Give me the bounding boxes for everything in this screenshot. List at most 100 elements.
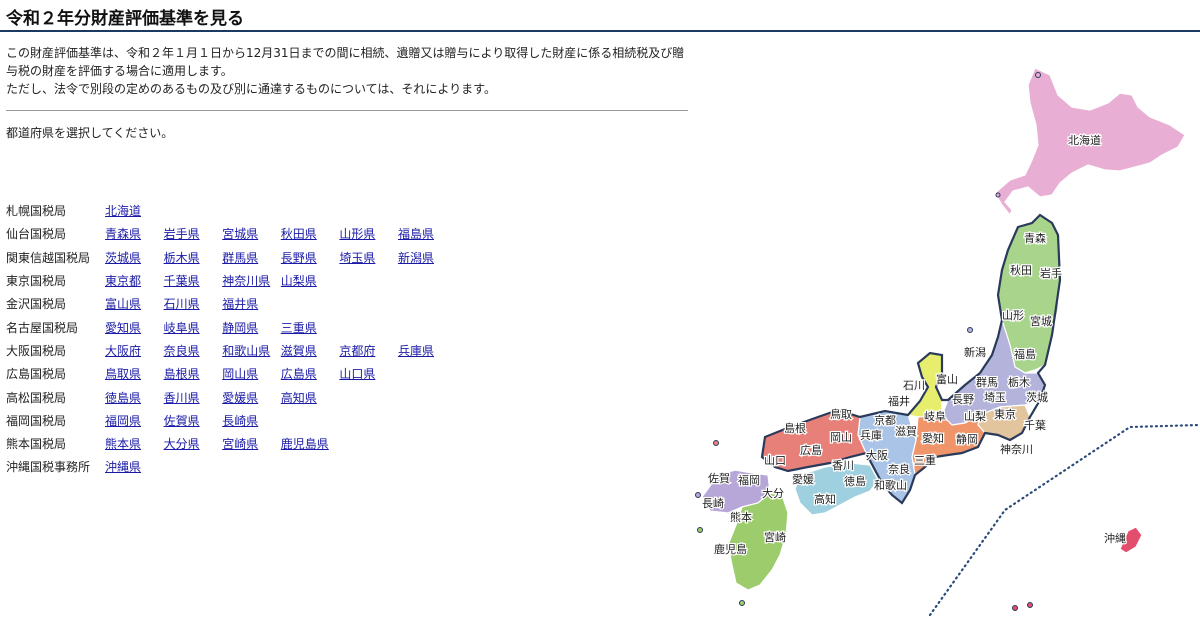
prefecture-link[interactable]: 茨城県 xyxy=(105,251,141,265)
map-label-yamanashi[interactable]: 山梨 xyxy=(963,408,988,425)
bureau-name: 福岡国税局 xyxy=(6,413,67,428)
map-label-shizuoka[interactable]: 静岡 xyxy=(955,431,980,448)
map-label-aomori[interactable]: 青森 xyxy=(1023,230,1048,247)
prefecture-link[interactable]: 愛媛県 xyxy=(222,391,258,405)
bureau-row: 大阪国税局 大阪府 奈良県 和歌山県 滋賀県 京都府 兵庫県 xyxy=(6,339,457,362)
prefecture-link[interactable]: 静岡県 xyxy=(222,321,258,335)
prefecture-link[interactable]: 山口県 xyxy=(339,367,375,381)
map-label-tochigi[interactable]: 栃木 xyxy=(1007,374,1032,391)
prefecture-link[interactable]: 三重県 xyxy=(281,321,317,335)
map-label-ibaraki[interactable]: 茨城 xyxy=(1025,389,1050,406)
prefecture-cell: 福岡県 xyxy=(105,409,164,432)
map-label-yamaguchi[interactable]: 山口 xyxy=(763,453,788,469)
prefecture-link[interactable]: 兵庫県 xyxy=(398,344,434,358)
prefecture-link[interactable]: 宮城県 xyxy=(222,227,258,241)
prefecture-link[interactable]: 広島県 xyxy=(281,367,317,381)
map-label-hiroshima[interactable]: 広島 xyxy=(799,442,824,459)
map-label-kochi[interactable]: 高知 xyxy=(813,491,838,508)
prefecture-link[interactable]: 北海道 xyxy=(105,204,141,218)
map-label-iwate[interactable]: 岩手 xyxy=(1039,265,1064,282)
island-dot xyxy=(995,192,1001,198)
map-label-mie[interactable]: 三重 xyxy=(913,452,938,469)
map-label-nara[interactable]: 奈良 xyxy=(887,461,912,478)
map-label-okayama[interactable]: 岡山 xyxy=(829,430,854,446)
prefecture-link[interactable]: 長野県 xyxy=(281,251,317,265)
map-label-kanagawa[interactable]: 神奈川 xyxy=(999,441,1035,458)
prefecture-link[interactable]: 奈良県 xyxy=(164,344,200,358)
map-label-hyogo[interactable]: 兵庫 xyxy=(859,427,884,444)
prefecture-link[interactable]: 東京都 xyxy=(105,274,141,288)
map-label-fukui[interactable]: 福井 xyxy=(887,393,912,410)
prefecture-link[interactable]: 鹿児島県 xyxy=(281,437,329,451)
map-label-gifu[interactable]: 岐阜 xyxy=(923,409,948,425)
map-label-yamagata[interactable]: 山形 xyxy=(1001,308,1026,324)
prefecture-link[interactable]: 石川県 xyxy=(164,297,200,311)
map-label-ehime[interactable]: 愛媛 xyxy=(791,471,816,488)
prefecture-link[interactable]: 埼玉県 xyxy=(339,251,375,265)
map-label-kagawa[interactable]: 香川 xyxy=(831,458,856,474)
bureau-row: 東京国税局 東京都 千葉県 神奈川県 山梨県 xyxy=(6,269,457,292)
prefecture-link[interactable]: 山形県 xyxy=(339,227,375,241)
prefecture-link[interactable]: 鳥取県 xyxy=(105,367,141,381)
prefecture-link[interactable]: 香川県 xyxy=(164,391,200,405)
prefecture-link[interactable]: 千葉県 xyxy=(164,274,200,288)
prefecture-link[interactable]: 山梨県 xyxy=(281,274,317,288)
prefecture-link[interactable]: 宮崎県 xyxy=(222,437,258,451)
page: 令和２年分財産評価基準を見る この財産評価基準は、令和２年１月１日から12月31… xyxy=(0,0,1200,623)
map-label-niigata[interactable]: 新潟 xyxy=(963,344,988,361)
map-label-aichi[interactable]: 愛知 xyxy=(921,430,946,447)
prefecture-link[interactable]: 福島県 xyxy=(398,227,434,241)
prefecture-link[interactable]: 青森県 xyxy=(105,227,141,241)
prefecture-link[interactable]: 大阪府 xyxy=(105,344,141,358)
prefecture-link[interactable]: 福井県 xyxy=(222,297,258,311)
map-label-osaka[interactable]: 大阪 xyxy=(865,447,890,464)
prefecture-link[interactable]: 熊本県 xyxy=(105,437,141,451)
map-label-gunma[interactable]: 群馬 xyxy=(975,374,1000,391)
map-label-ishikawa[interactable]: 石川 xyxy=(902,378,927,394)
prefecture-link[interactable]: 大分県 xyxy=(164,437,200,451)
map-label-tokyo[interactable]: 東京 xyxy=(993,406,1018,423)
map-label-saitama[interactable]: 埼玉 xyxy=(983,389,1008,406)
map-label-okinawa[interactable]: 沖縄 xyxy=(1103,530,1128,547)
map-label-akita[interactable]: 秋田 xyxy=(1009,262,1034,279)
map-label-miyazaki[interactable]: 宮崎 xyxy=(763,529,788,546)
map-label-chiba[interactable]: 千葉 xyxy=(1023,417,1048,434)
map-label-tottori[interactable]: 鳥取 xyxy=(829,406,854,423)
prefecture-link[interactable]: 岩手県 xyxy=(164,227,200,241)
prefecture-link[interactable]: 沖縄県 xyxy=(105,460,141,474)
prefecture-link[interactable]: 島根県 xyxy=(164,367,200,381)
prefecture-link[interactable]: 岡山県 xyxy=(222,367,258,381)
prefecture-link[interactable]: 佐賀県 xyxy=(164,414,200,428)
prefecture-link[interactable]: 徳島県 xyxy=(105,391,141,405)
map-label-fukuoka[interactable]: 福岡 xyxy=(737,472,762,489)
map-label-nagasaki[interactable]: 長崎 xyxy=(701,495,726,512)
prefecture-link[interactable]: 和歌山県 xyxy=(222,344,270,358)
map-label-kagoshima[interactable]: 鹿児島 xyxy=(713,541,749,558)
map-label-hokkaido[interactable]: 北海道 xyxy=(1067,132,1103,149)
prefecture-link[interactable]: 群馬県 xyxy=(222,251,258,265)
prefecture-link[interactable]: 愛知県 xyxy=(105,321,141,335)
prefecture-link[interactable]: 栃木県 xyxy=(164,251,200,265)
prefecture-link[interactable]: 長崎県 xyxy=(222,414,258,428)
map-label-wakayama[interactable]: 和歌山 xyxy=(873,477,909,494)
map-label-nagano[interactable]: 長野 xyxy=(951,392,976,408)
prefecture-link[interactable]: 京都府 xyxy=(339,344,375,358)
map-label-kyoto[interactable]: 京都 xyxy=(873,412,898,429)
map-label-tokushima[interactable]: 徳島 xyxy=(843,473,868,490)
prefecture-link[interactable]: 神奈川県 xyxy=(222,274,270,288)
map-label-shiga[interactable]: 滋賀 xyxy=(894,424,919,440)
map-label-toyama[interactable]: 富山 xyxy=(935,371,960,388)
map-label-miyagi[interactable]: 宮城 xyxy=(1029,313,1054,330)
map-label-oita[interactable]: 大分 xyxy=(761,485,786,502)
prefecture-link[interactable]: 福岡県 xyxy=(105,414,141,428)
prefecture-link[interactable]: 富山県 xyxy=(105,297,141,311)
prefecture-link[interactable]: 滋賀県 xyxy=(281,344,317,358)
prefecture-link[interactable]: 秋田県 xyxy=(281,227,317,241)
map-label-fukushima[interactable]: 福島 xyxy=(1013,346,1038,363)
prefecture-link[interactable]: 新潟県 xyxy=(398,251,434,265)
map-label-kumamoto[interactable]: 熊本 xyxy=(729,509,754,526)
prefecture-link[interactable]: 高知県 xyxy=(281,391,317,405)
prefecture-link[interactable]: 岐阜県 xyxy=(164,321,200,335)
map-label-saga[interactable]: 佐賀 xyxy=(707,470,732,487)
map-label-shimane[interactable]: 島根 xyxy=(783,420,808,437)
